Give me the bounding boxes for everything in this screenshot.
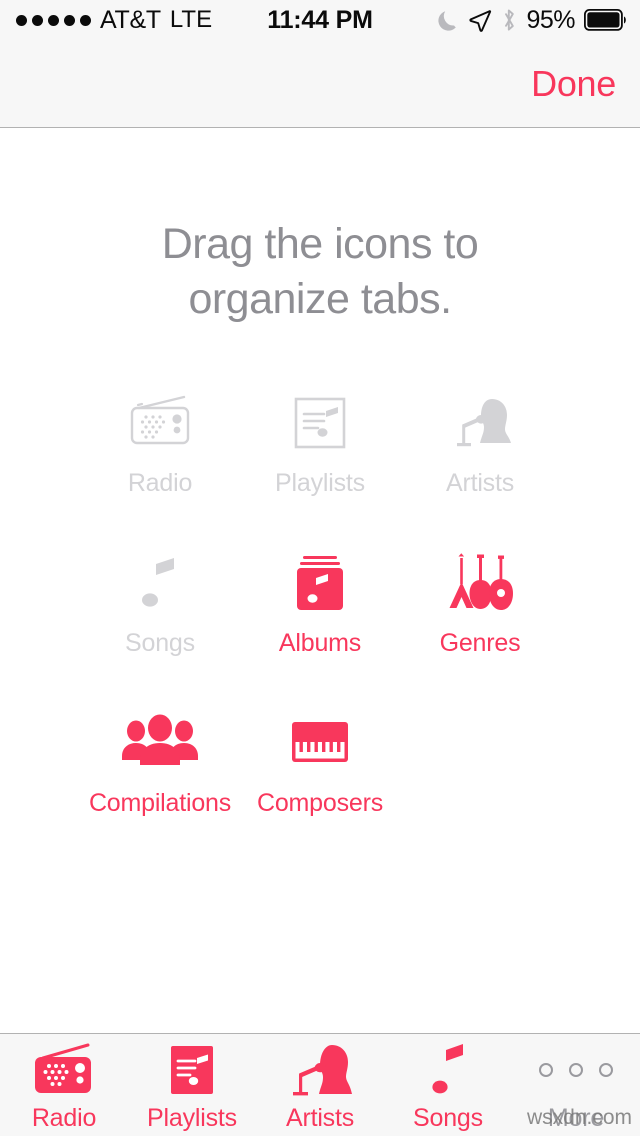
app-screen: AT&T LTE 11:44 PM 95% Done Drag the icon… [0,0,640,1136]
playlists-icon [240,387,400,459]
grid-item-radio[interactable]: Radio [80,379,240,539]
radio-icon [80,387,240,459]
nav-bar: Done [0,40,640,128]
tab-label: Playlists [147,1103,237,1132]
status-bar: AT&T LTE 11:44 PM 95% [0,0,640,40]
more-dots-icon [539,1042,613,1098]
tab-label: Artists [285,1103,355,1132]
music-note-icon [80,547,240,619]
headline-line-2: organize tabs. [188,275,452,324]
albums-icon [240,547,400,619]
grid-item-label: Playlists [275,469,365,498]
content-area: Drag the icons to organize tabs. Radio P… [0,129,640,1033]
grid-item-albums[interactable]: Albums [240,539,400,699]
grid-item-label: Genres [439,629,521,658]
compilations-people-icon [80,707,240,779]
tab-playlists[interactable]: Playlists [128,1034,256,1136]
tab-label: Songs [413,1103,483,1132]
grid-item-compilations[interactable]: Compilations [80,699,240,859]
grid-row: Radio Playlists Artists [0,379,640,539]
page-title: Drag the icons to organize tabs. [0,217,640,327]
done-button[interactable]: Done [531,63,616,105]
artists-icon [282,1042,358,1098]
battery-percent-label: 95% [526,5,575,34]
grid-item-empty [400,699,560,859]
headline-line-1: Drag the icons to [161,220,479,268]
genres-guitars-icon [400,547,560,619]
grid-item-label: Songs [125,629,195,658]
grid-item-genres[interactable]: Genres [400,539,560,699]
location-arrow-icon [468,8,492,32]
battery-icon [584,9,628,31]
music-note-icon [424,1042,472,1098]
status-bar-right: 95% [437,6,628,35]
watermark: wsxdn.com [526,1106,632,1129]
grid-item-label: Composers [256,789,384,818]
grid-item-songs[interactable]: Songs [80,539,240,699]
tab-radio[interactable]: Radio [0,1034,128,1136]
composers-piano-icon [240,707,400,779]
grid-row: Songs Albums Genres [0,539,640,699]
bluetooth-icon [501,8,517,32]
tab-artists[interactable]: Artists [256,1034,384,1136]
grid-item-label: Compilations [88,789,232,818]
radio-icon [26,1042,102,1098]
grid-item-playlists[interactable]: Playlists [240,379,400,539]
artists-icon [400,387,560,459]
grid-item-label: Artists [445,469,515,498]
tab-label: Radio [31,1103,97,1132]
playlists-icon [164,1042,220,1098]
grid-item-artists[interactable]: Artists [400,379,560,539]
grid-item-composers[interactable]: Composers [240,699,400,859]
do-not-disturb-moon-icon [437,8,459,32]
tab-icon-grid: Radio Playlists Artists Songs Albums Gen… [0,379,640,859]
grid-item-label: Radio [127,469,193,498]
tab-songs[interactable]: Songs [384,1034,512,1136]
grid-row: Compilations Composers [0,699,640,859]
grid-item-label: Albums [278,629,362,658]
